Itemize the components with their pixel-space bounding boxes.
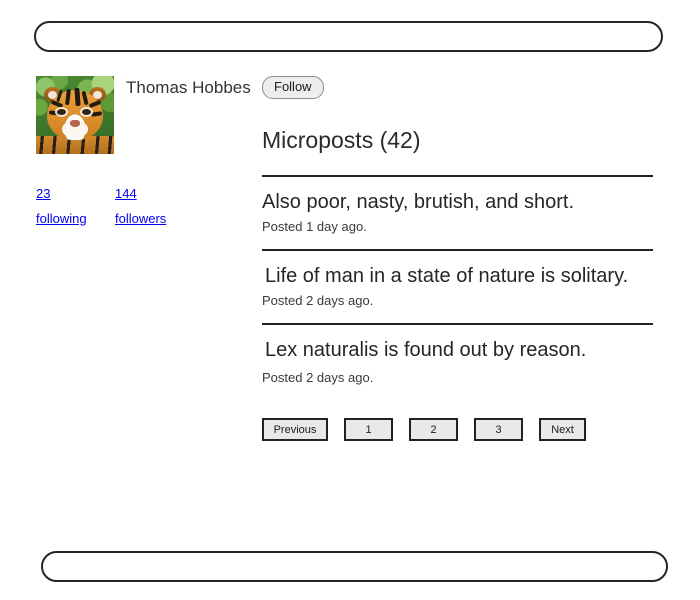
pagination-page-2[interactable]: 2 xyxy=(409,418,458,441)
header-bar xyxy=(34,21,663,52)
following-label: following xyxy=(36,211,87,226)
pagination-next[interactable]: Next xyxy=(539,418,586,441)
followers-label: followers xyxy=(115,211,167,226)
tiger-eye-right xyxy=(82,109,91,115)
microposts-panel: Follow Microposts (42) Also poor, nasty,… xyxy=(262,76,662,441)
pagination-previous[interactable]: Previous xyxy=(262,418,328,441)
avatar xyxy=(36,76,114,154)
micropost-timestamp: Posted 2 days ago. xyxy=(262,293,374,308)
list-item: Life of man in a state of nature is soli… xyxy=(262,251,662,325)
micropost-timestamp: Posted 2 days ago. xyxy=(262,370,374,385)
pagination-page-1[interactable]: 1 xyxy=(344,418,393,441)
list-item: Also poor, nasty, brutish, and short. Po… xyxy=(262,177,662,251)
stat-following-link[interactable]: 23 following xyxy=(36,181,115,231)
micropost-content: Lex naturalis is found out by reason. xyxy=(265,339,587,361)
stat-followers-link[interactable]: 144 followers xyxy=(115,181,166,231)
pagination-page-3[interactable]: 3 xyxy=(474,418,523,441)
micropost-content: Life of man in a state of nature is soli… xyxy=(265,265,629,287)
list-item: Lex naturalis is found out by reason. Po… xyxy=(262,325,662,386)
profile-header: Thomas Hobbes xyxy=(36,76,251,154)
follow-form: Follow xyxy=(262,76,662,99)
micropost-content: Also poor, nasty, brutish, and short. xyxy=(262,191,575,213)
following-count: 23 xyxy=(36,186,51,201)
tiger-eye-left xyxy=(57,109,66,115)
microposts-heading: Microposts (42) xyxy=(262,127,421,153)
tiger-nose xyxy=(70,120,80,127)
follow-button[interactable]: Follow xyxy=(262,76,324,99)
followers-count: 144 xyxy=(115,186,137,201)
pagination: Previous 1 2 3 Next xyxy=(262,386,662,441)
profile-stats: 23 following 144 followers xyxy=(36,181,246,231)
profile-sidebar: Thomas Hobbes 23 following 144 followers xyxy=(36,76,251,231)
micropost-timestamp: Posted 1 day ago. xyxy=(262,219,367,234)
footer-bar xyxy=(41,551,668,582)
page-title: Thomas Hobbes xyxy=(126,78,251,97)
